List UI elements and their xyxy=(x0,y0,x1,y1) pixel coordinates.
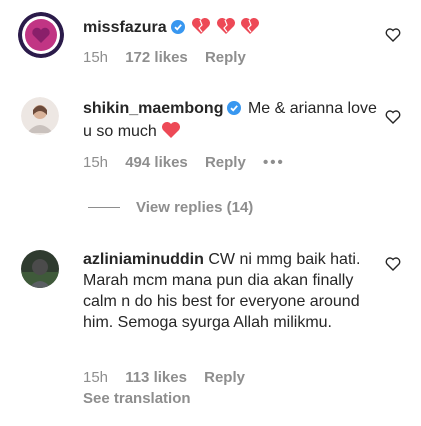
verified-badge-icon xyxy=(170,19,185,40)
like-heart-icon[interactable] xyxy=(385,109,401,125)
username[interactable]: azliniaminuddin xyxy=(83,251,204,268)
avatar[interactable] xyxy=(18,12,64,58)
heart-emoji-icon xyxy=(161,121,181,145)
likes-count[interactable]: 172 likes xyxy=(125,49,188,66)
avatar[interactable] xyxy=(21,97,59,135)
likes-count[interactable]: 494 likes xyxy=(125,154,188,171)
reply-button[interactable]: Reply xyxy=(204,369,245,386)
heart-emoji-icon xyxy=(191,17,211,41)
reply-button[interactable]: Reply xyxy=(205,49,246,66)
like-heart-icon[interactable] xyxy=(385,256,401,272)
comment-time: 15h xyxy=(83,49,109,66)
view-replies-label: View replies (14) xyxy=(136,199,254,216)
heart-emoji-icon xyxy=(240,17,260,41)
comment-time: 15h xyxy=(83,154,109,171)
view-replies-button[interactable]: View replies (14) xyxy=(88,199,253,216)
see-translation-link[interactable]: See translation xyxy=(83,390,191,407)
verified-badge-icon xyxy=(227,100,242,121)
heart-emoji-icon xyxy=(216,17,236,41)
comment-time: 15h xyxy=(83,369,109,386)
like-heart-icon[interactable] xyxy=(385,27,401,43)
username[interactable]: missfazura xyxy=(83,19,167,36)
reply-button[interactable]: Reply xyxy=(205,154,246,171)
more-options-icon[interactable]: ••• xyxy=(263,154,285,171)
avatar[interactable] xyxy=(21,250,59,288)
username[interactable]: shikin_maembong xyxy=(83,100,223,117)
likes-count[interactable]: 113 likes xyxy=(125,369,187,386)
divider xyxy=(88,207,120,208)
